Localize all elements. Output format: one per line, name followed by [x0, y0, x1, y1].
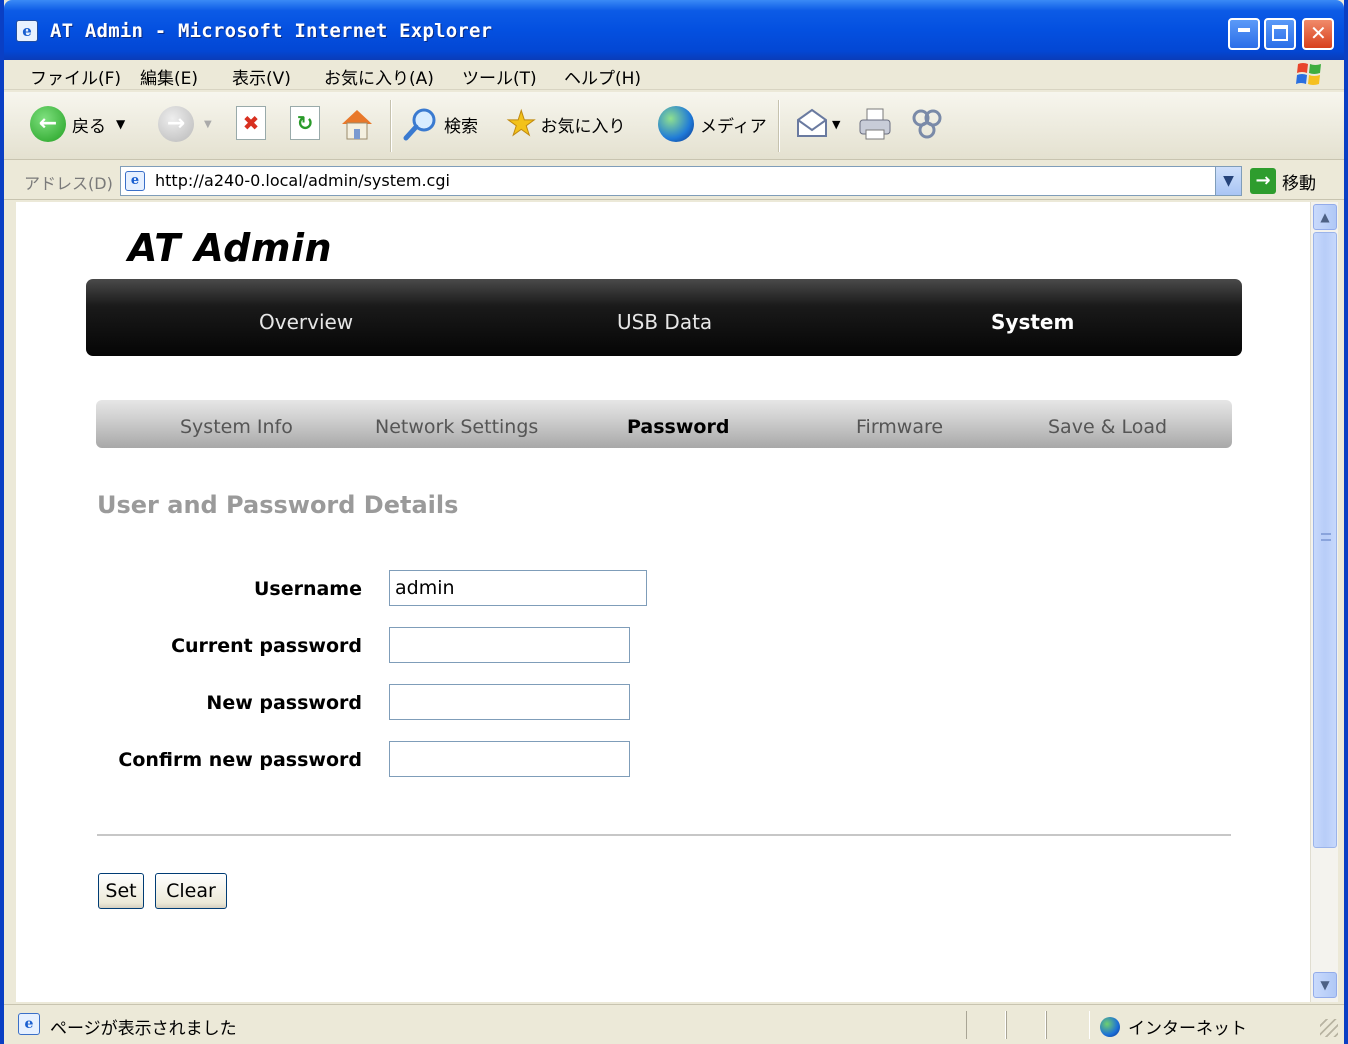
windows-logo-icon	[1296, 63, 1321, 85]
search-icon	[403, 108, 436, 141]
status-text: ページが表示されました	[50, 1019, 237, 1039]
forward-button[interactable]: → ▼	[158, 106, 212, 142]
favorites-label: お気に入り	[540, 116, 626, 137]
home-button[interactable]	[338, 106, 376, 142]
sub-nav: System Info Network Settings Password Fi…	[96, 400, 1232, 448]
clear-button[interactable]: Clear	[155, 873, 227, 909]
address-dropdown-icon[interactable]: ▼	[1215, 167, 1241, 195]
media-label: メディア	[700, 116, 767, 137]
scroll-down-icon[interactable]: ▼	[1313, 972, 1337, 998]
address-input[interactable]: e http://a240-0.local/admin/system.cgi ▼	[120, 166, 1242, 196]
back-arrow-icon: ←	[30, 106, 66, 142]
minimize-button[interactable]	[1228, 18, 1260, 50]
window-title: AT Admin - Microsoft Internet Explorer	[50, 20, 493, 42]
username-input[interactable]	[389, 570, 647, 606]
confirm-password-input[interactable]	[389, 741, 630, 777]
messenger-icon	[912, 109, 942, 139]
print-button[interactable]	[856, 106, 894, 142]
status-cell	[1046, 1011, 1090, 1039]
home-icon	[342, 110, 372, 140]
toolbar-separator	[778, 100, 780, 152]
subnav-network-settings[interactable]: Network Settings	[375, 416, 538, 438]
new-password-input[interactable]	[389, 684, 630, 720]
ie-icon: e	[16, 20, 38, 42]
stop-button[interactable]: ✖	[236, 106, 266, 140]
page-viewport: AT Admin Overview USB Data System System…	[16, 202, 1310, 1002]
nav-system[interactable]: System	[991, 310, 1074, 334]
minimize-icon	[1238, 28, 1250, 32]
scroll-grip-icon	[1321, 533, 1331, 541]
toolbar: ← 戻る ▼ → ▼ ✖ ↻ 検索 ★ お気に入り メディア ▼	[4, 92, 1344, 160]
back-button[interactable]: ← 戻る ▼	[30, 106, 125, 142]
stop-icon: ✖	[236, 106, 266, 140]
address-bar: アドレス(D) e http://a240-0.local/admin/syst…	[4, 162, 1344, 200]
maximize-button[interactable]	[1264, 18, 1296, 50]
mail-dropdown-icon: ▼	[832, 117, 841, 131]
mail-icon	[797, 108, 827, 137]
subnav-system-info[interactable]: System Info	[180, 416, 293, 438]
maximize-icon	[1272, 25, 1288, 41]
close-button[interactable]: ✕	[1302, 18, 1334, 50]
star-icon: ★	[505, 104, 537, 144]
menu-favorites[interactable]: お気に入り(A)	[324, 64, 434, 89]
status-cell	[1006, 1011, 1046, 1039]
printer-icon	[859, 108, 891, 140]
menu-help[interactable]: ヘルプ(H)	[564, 64, 641, 89]
address-label: アドレス(D)	[24, 174, 113, 193]
media-button[interactable]: メディア	[658, 106, 767, 142]
subnav-firmware[interactable]: Firmware	[856, 416, 943, 438]
menu-tools[interactable]: ツール(T)	[462, 64, 537, 89]
subnav-password[interactable]: Password	[627, 416, 729, 438]
toolbar-separator	[390, 100, 392, 152]
favorites-button[interactable]: ★ お気に入り	[505, 104, 626, 144]
go-arrow-icon: →	[1250, 168, 1276, 194]
search-button[interactable]: 検索	[402, 106, 478, 142]
nav-usb-data[interactable]: USB Data	[617, 310, 712, 334]
back-label: 戻る	[72, 116, 106, 137]
search-label: 検索	[444, 116, 478, 137]
go-button[interactable]: → 移動	[1250, 168, 1316, 194]
site-logo: AT Admin	[128, 226, 333, 270]
resize-grip-icon[interactable]	[1320, 1019, 1338, 1037]
refresh-button[interactable]: ↻	[290, 106, 320, 140]
confirm-password-label: Confirm new password	[118, 749, 362, 771]
current-password-label: Current password	[171, 635, 362, 657]
nav-overview[interactable]: Overview	[259, 310, 353, 334]
current-password-input[interactable]	[389, 627, 630, 663]
forward-dropdown-icon: ▼	[204, 118, 212, 130]
page-status-icon: e	[18, 1013, 40, 1035]
security-zone: インターネット	[1100, 1014, 1247, 1039]
status-bar: e ページが表示されました インターネット	[4, 1004, 1344, 1044]
zone-label: インターネット	[1128, 1019, 1247, 1039]
forward-arrow-icon: →	[158, 106, 194, 142]
page-icon: e	[125, 171, 145, 191]
scroll-thumb[interactable]	[1313, 232, 1337, 848]
subnav-save-load[interactable]: Save & Load	[1048, 416, 1167, 438]
close-icon: ✕	[1310, 21, 1327, 45]
form-divider	[97, 834, 1231, 836]
media-globe-icon	[658, 106, 694, 142]
address-url[interactable]: http://a240-0.local/admin/system.cgi	[155, 171, 450, 190]
main-nav: Overview USB Data System	[86, 279, 1242, 356]
mail-button[interactable]: ▼	[794, 106, 840, 142]
menu-bar: ファイル(F) 編集(E) 表示(V) お気に入り(A) ツール(T) ヘルプ(…	[4, 60, 1344, 90]
scroll-up-icon[interactable]: ▲	[1313, 204, 1337, 230]
title-bar[interactable]: e AT Admin - Microsoft Internet Explorer…	[4, 0, 1344, 60]
section-title: User and Password Details	[97, 491, 459, 519]
go-label: 移動	[1282, 173, 1316, 194]
new-password-label: New password	[206, 692, 362, 714]
menu-file[interactable]: ファイル(F)	[30, 64, 121, 89]
browser-window: e AT Admin - Microsoft Internet Explorer…	[0, 0, 1348, 1044]
menu-view[interactable]: 表示(V)	[232, 64, 291, 89]
back-dropdown-icon: ▼	[116, 117, 126, 131]
internet-globe-icon	[1100, 1016, 1120, 1037]
set-button[interactable]: Set	[98, 873, 144, 909]
refresh-icon: ↻	[290, 106, 320, 140]
status-cell	[966, 1011, 1006, 1039]
menu-edit[interactable]: 編集(E)	[140, 64, 198, 89]
vertical-scrollbar[interactable]: ▲ ▼	[1310, 202, 1338, 1002]
messenger-button[interactable]	[908, 106, 946, 142]
username-label: Username	[253, 578, 362, 600]
